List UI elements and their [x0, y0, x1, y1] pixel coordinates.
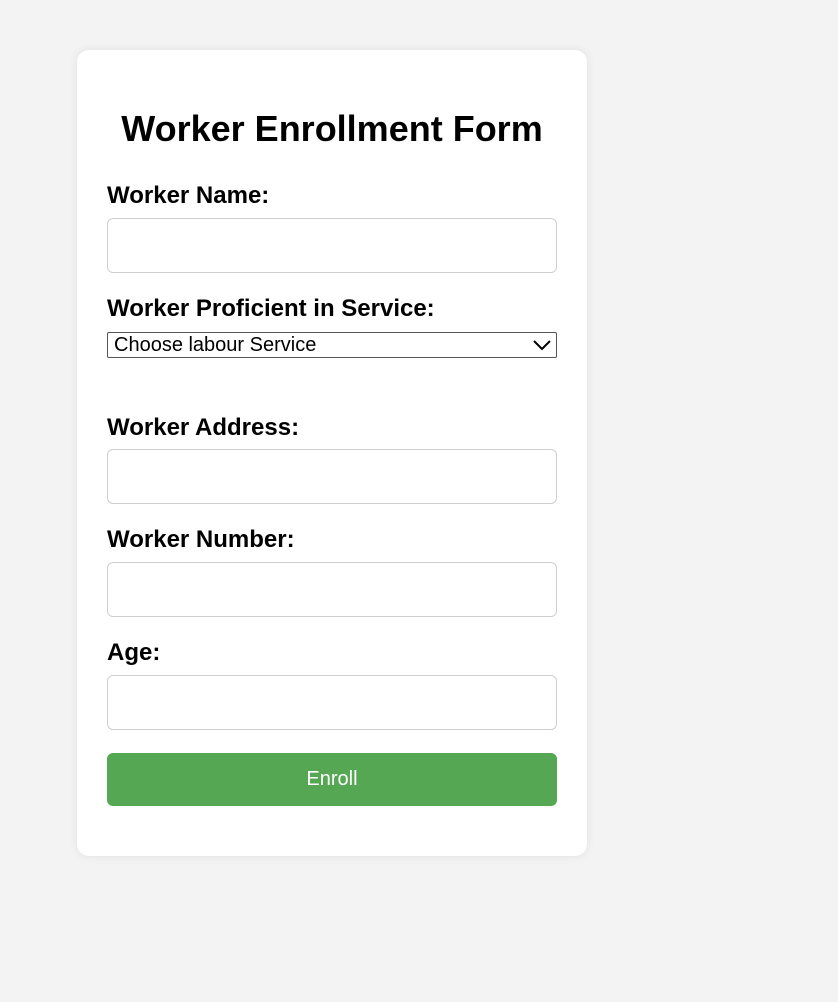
- age-input[interactable]: [107, 675, 557, 730]
- worker-address-input[interactable]: [107, 449, 557, 504]
- worker-number-input[interactable]: [107, 562, 557, 617]
- worker-number-label: Worker Number:: [107, 526, 295, 553]
- worker-service-selected: Choose labour Service: [114, 333, 317, 356]
- enrollment-card: Worker Enrollment Form Worker Name: Work…: [77, 50, 587, 856]
- worker-address-label: Worker Address:: [107, 414, 300, 441]
- page-title: Worker Enrollment Form: [121, 108, 543, 149]
- worker-service-select[interactable]: Choose labour Service: [107, 332, 557, 358]
- age-label: Age:: [107, 639, 161, 666]
- worker-name-input[interactable]: [107, 218, 557, 273]
- worker-service-label: Worker Proficient in Service:: [107, 295, 435, 322]
- worker-name-label: Worker Name:: [107, 182, 270, 209]
- chevron-down-icon: [533, 340, 551, 351]
- enroll-button[interactable]: Enroll: [107, 753, 557, 806]
